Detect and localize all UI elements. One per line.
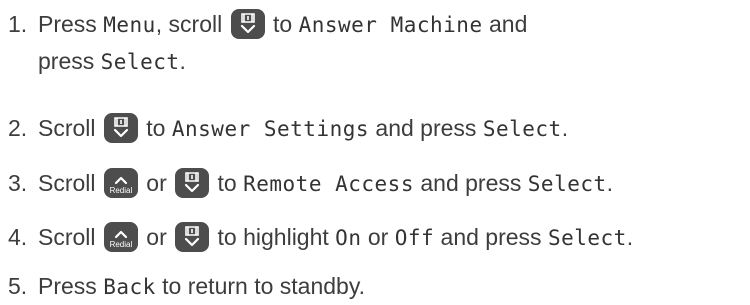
display-text-menu: Menu <box>103 13 156 37</box>
step-2: 2. Scroll to Answer Settings and press Se… <box>8 110 568 147</box>
step-4: 4. Scroll Redial or to highlight On or Of… <box>8 219 633 256</box>
display-text-select: Select <box>100 50 180 74</box>
step-1: 1. Press Menu, scroll to Answer Machine a… <box>8 6 527 80</box>
phonebook-down-key-icon <box>230 9 265 39</box>
step-number: 1. <box>8 11 28 37</box>
display-text-select: Select <box>527 172 607 196</box>
display-text-back: Back <box>103 275 156 299</box>
display-text-on: On <box>335 226 362 250</box>
display-text-select: Select <box>482 117 562 141</box>
display-text-answer-machine: Answer Machine <box>298 13 483 37</box>
redial-up-key-icon: Redial <box>103 222 138 252</box>
step-3: 3. Scroll Redial or to Remote Access and … <box>8 165 613 202</box>
display-text-answer-settings: Answer Settings <box>171 117 370 141</box>
display-text-remote-access: Remote Access <box>243 172 414 196</box>
phonebook-down-key-icon <box>103 113 138 143</box>
redial-up-key-icon: Redial <box>103 168 138 198</box>
step-number: 5. <box>8 273 28 299</box>
step-1-continuation: press Select. <box>38 48 186 74</box>
step-number: 4. <box>8 224 28 250</box>
phonebook-down-key-icon <box>175 222 210 252</box>
redial-key-label: Redial <box>109 186 133 195</box>
display-text-select: Select <box>547 226 627 250</box>
step-5: 5. Press Back to return to standby. <box>8 268 365 305</box>
phonebook-down-key-icon <box>175 168 210 198</box>
instruction-steps: 1. Press Menu, scroll to Answer Machine a… <box>0 0 750 302</box>
redial-key-label: Redial <box>109 240 133 249</box>
step-number: 2. <box>8 115 28 141</box>
display-text-off: Off <box>394 226 435 250</box>
step-number: 3. <box>8 170 28 196</box>
